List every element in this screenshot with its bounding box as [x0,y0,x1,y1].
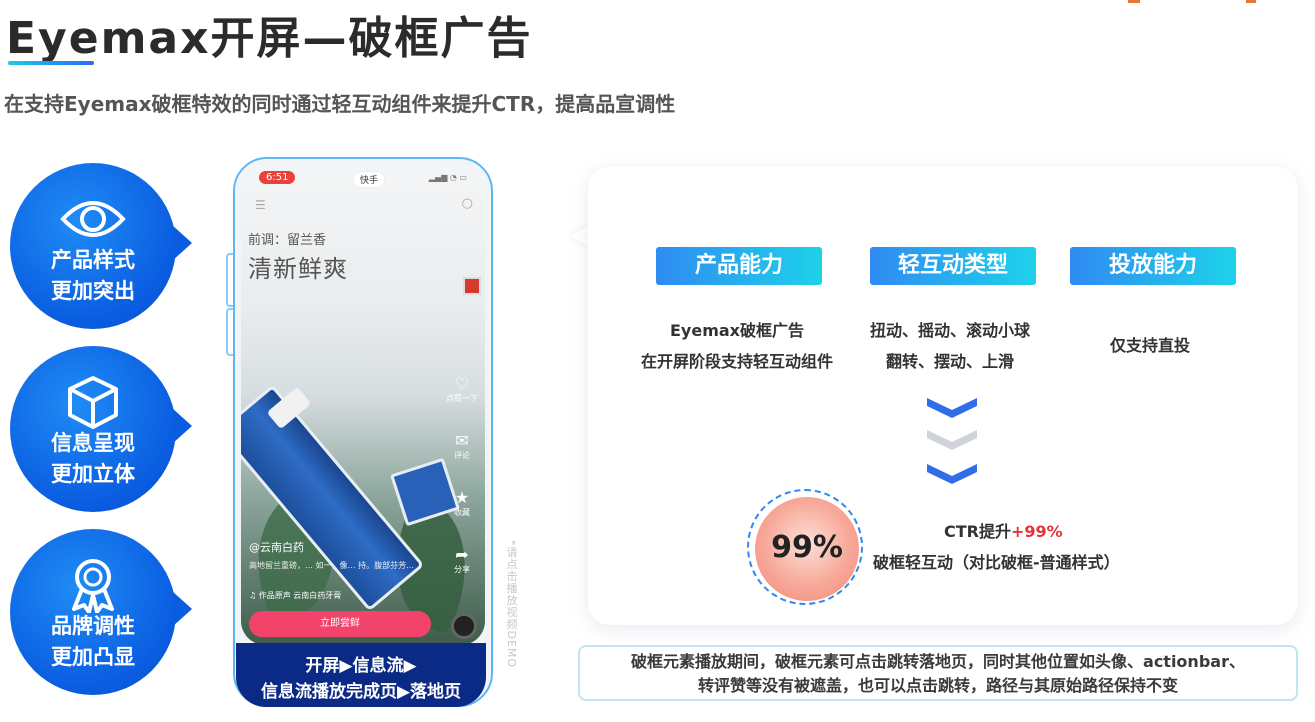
ctr-lift-value: +99% [1010,522,1063,541]
corner-decoration [1128,0,1140,3]
comparison-note: 破框轻互动（对比破框-普通样式） [873,553,1120,572]
click-behavior-note: 破框元素播放期间，破框元素可点击跳转落地页，同时其他位置如头像、actionba… [578,645,1298,701]
cube-icon [68,376,118,429]
signal-battery-icon: ▂▄▆ ◔ ▭ [428,173,467,182]
feature-label: 品牌调性 更加凸显 [51,614,135,669]
music-info[interactable]: ♫ 作品原声 云南白药牙膏 [249,590,341,601]
phone-mockup[interactable]: 6:51 快手 ▂▄▆ ◔ ▭ ☰ ○ 前调：留兰香 清新鲜爽 ♡ 点赞一下 ✉ 评… [233,157,493,707]
play-arrow-icon: ▶ [396,682,411,702]
product-capability-text: Eyemax破框广告 在开屏阶段支持轻互动组件 [640,321,833,371]
play-arrow-icon: ▶ [339,656,353,676]
side-action-bar: ♡ 点赞一下 ✉ 评论 ★ 收藏 ➦ 分享 [445,375,479,603]
app-name-badge: 快手 [353,171,386,188]
brand-badge-icon[interactable] [463,277,481,295]
interaction-type-text: 扭动、摇动、滚动小球 翻转、摆动、上滑 [869,321,1030,371]
demo-hint: *请点击播放视频DEMO [505,540,518,669]
eye-icon [60,201,126,237]
favorite-action[interactable]: ★ 收藏 [445,489,479,518]
feature-product-style: 产品样式 更加突出 [10,163,192,329]
ctr-lift: CTR提升+99% [944,522,1063,541]
search-icon[interactable]: ○ [462,196,473,211]
chevron-down-icon [927,398,977,418]
feature-info-display: 信息呈现 更加立体 [10,346,192,512]
flow-banner: 开屏▶信息流▶ 信息流播放完成页▶落地页 [236,643,486,707]
delivery-capability-text: 仅支持直投 [1109,336,1190,355]
post-description: 高地留兰重磅，… 如一，像… 持。腹部芬芳… [249,561,415,570]
share-action[interactable]: ➦ 分享 [445,546,479,575]
ad-video-screen[interactable]: 6:51 快手 ▂▄▆ ◔ ▭ ☰ ○ 前调：留兰香 清新鲜爽 ♡ 点赞一下 ✉ 评… [241,165,485,645]
chevron-down-icon [927,464,977,484]
music-disc-icon[interactable] [451,613,477,639]
status-time: 6:51 [259,171,296,184]
menu-icon[interactable]: ☰ [255,198,266,212]
like-action[interactable]: ♡ 点赞一下 [445,375,479,404]
page-subtitle: 在支持Eyemax破框特效的同时通过轻互动组件来提升CTR，提高品宣调性 [4,92,676,116]
ad-headline: 清新鲜爽 [248,255,348,283]
corner-decoration [1246,0,1256,3]
page-title: Eyemax开屏—破框广告 [6,13,533,64]
chevron-down-icon [927,430,977,450]
score-value: 99% [771,530,843,565]
ribbon-award-icon [72,559,114,613]
flow-line-2: 信息流播放完成页▶落地页 [260,682,462,702]
comment-action[interactable]: ✉ 评论 [445,432,479,461]
flow-line-1: 开屏▶信息流▶ [305,656,417,676]
feature-brand-tone: 品牌调性 更加凸显 [10,529,192,695]
tag-interaction-type: 轻互动类型 [870,247,1036,285]
comment-icon: ✉ [455,431,469,450]
title-underline [8,61,94,65]
star-icon: ★ [454,488,470,507]
play-arrow-icon: ▶ [403,656,417,676]
feature-label: 信息呈现 更加立体 [51,431,135,486]
like-icon: ♡ [454,374,470,393]
feature-label: 产品样式 更加突出 [51,248,135,303]
panel-pointer [570,224,590,248]
ad-note-text: 前调：留兰香 [248,233,327,248]
share-icon: ➦ [455,545,469,564]
tag-product-capability: 产品能力 [656,247,822,285]
tag-delivery-capability: 投放能力 [1070,247,1236,285]
account-name[interactable]: @云南白药 [249,539,304,555]
cta-button[interactable]: 立即尝鲜 [249,611,431,637]
